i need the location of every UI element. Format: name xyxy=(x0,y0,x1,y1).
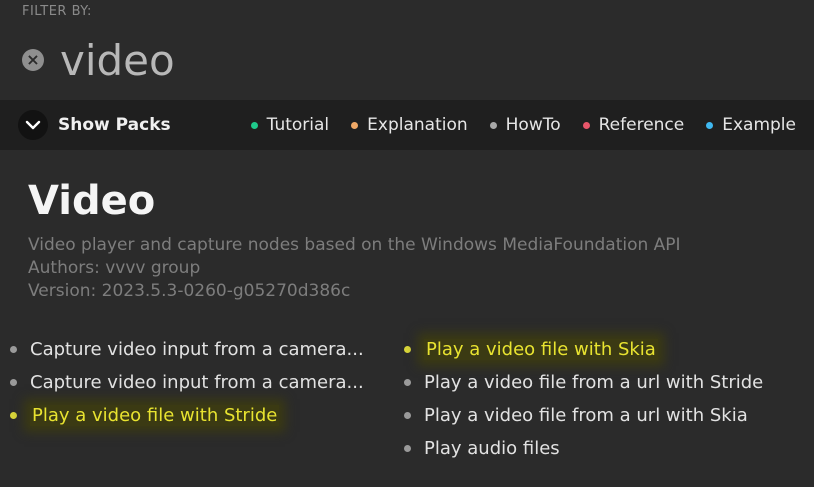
howto-dot-icon xyxy=(489,121,497,129)
help-list-left: Capture video input from a camera... Cap… xyxy=(10,333,364,432)
explanation-dot-icon xyxy=(351,121,359,129)
bullet-icon xyxy=(10,379,17,386)
legend-item-howto[interactable]: HowTo xyxy=(489,115,561,135)
pack-meta: Video player and capture nodes based on … xyxy=(28,234,681,303)
legend-item-reference[interactable]: Reference xyxy=(582,115,685,135)
help-item-label: Play a video file with Stride xyxy=(30,405,280,426)
help-item-label: Play a video file with Skia xyxy=(424,339,658,360)
bullet-icon xyxy=(404,379,411,386)
help-item-label: Play audio files xyxy=(424,438,560,459)
reference-dot-icon xyxy=(582,121,590,129)
legend-item-tutorial[interactable]: Tutorial xyxy=(250,115,330,135)
chevron-down-icon[interactable] xyxy=(18,110,48,140)
help-item-highlighted[interactable]: Play a video file with Stride xyxy=(10,399,364,432)
category-legend: Tutorial Explanation HowTo Reference Exa… xyxy=(229,100,796,150)
help-item-label: Play a video file from a url with Stride xyxy=(424,372,764,393)
close-circle-icon[interactable]: × xyxy=(22,49,44,71)
example-dot-icon xyxy=(706,121,714,129)
bullet-icon xyxy=(10,346,17,353)
pack-title: Video xyxy=(28,178,156,224)
help-item-label: Capture video input from a camera... xyxy=(30,372,364,393)
bullet-icon xyxy=(10,412,17,419)
pack-authors: Authors: vvvv group xyxy=(28,258,201,278)
help-item-highlighted[interactable]: Play a video file with Skia xyxy=(404,333,763,366)
legend-label: Explanation xyxy=(367,115,468,135)
legend-item-example[interactable]: Example xyxy=(706,115,796,135)
help-item[interactable]: Play a video file from a url with Skia xyxy=(404,399,763,432)
help-list-right: Play a video file with Skia Play a video… xyxy=(404,333,763,465)
help-item[interactable]: Capture video input from a camera... xyxy=(10,366,364,399)
help-item[interactable]: Play a video file from a url with Stride xyxy=(404,366,763,399)
pack-description: Video player and capture nodes based on … xyxy=(28,235,681,255)
tutorial-dot-icon xyxy=(250,121,258,129)
filter-bar: Show Packs Tutorial Explanation HowTo Re… xyxy=(0,100,814,150)
help-item[interactable]: Play audio files xyxy=(404,432,763,465)
bullet-icon xyxy=(404,412,411,419)
search-row: × video xyxy=(22,30,175,90)
help-item[interactable]: Capture video input from a camera... xyxy=(10,333,364,366)
legend-label: Reference xyxy=(598,115,685,135)
bullet-icon xyxy=(404,346,411,353)
legend-label: HowTo xyxy=(505,115,561,135)
legend-label: Tutorial xyxy=(266,115,330,135)
bullet-icon xyxy=(404,445,411,452)
search-input[interactable]: video xyxy=(60,36,175,85)
pack-version: Version: 2023.5.3-0260-g05270d386c xyxy=(28,281,351,301)
filter-label: FILTER BY: xyxy=(22,4,92,19)
legend-label: Example xyxy=(722,115,796,135)
help-item-label: Capture video input from a camera... xyxy=(30,339,364,360)
legend-item-explanation[interactable]: Explanation xyxy=(351,115,468,135)
show-packs-button[interactable]: Show Packs xyxy=(58,115,171,135)
help-item-label: Play a video file from a url with Skia xyxy=(424,405,748,426)
